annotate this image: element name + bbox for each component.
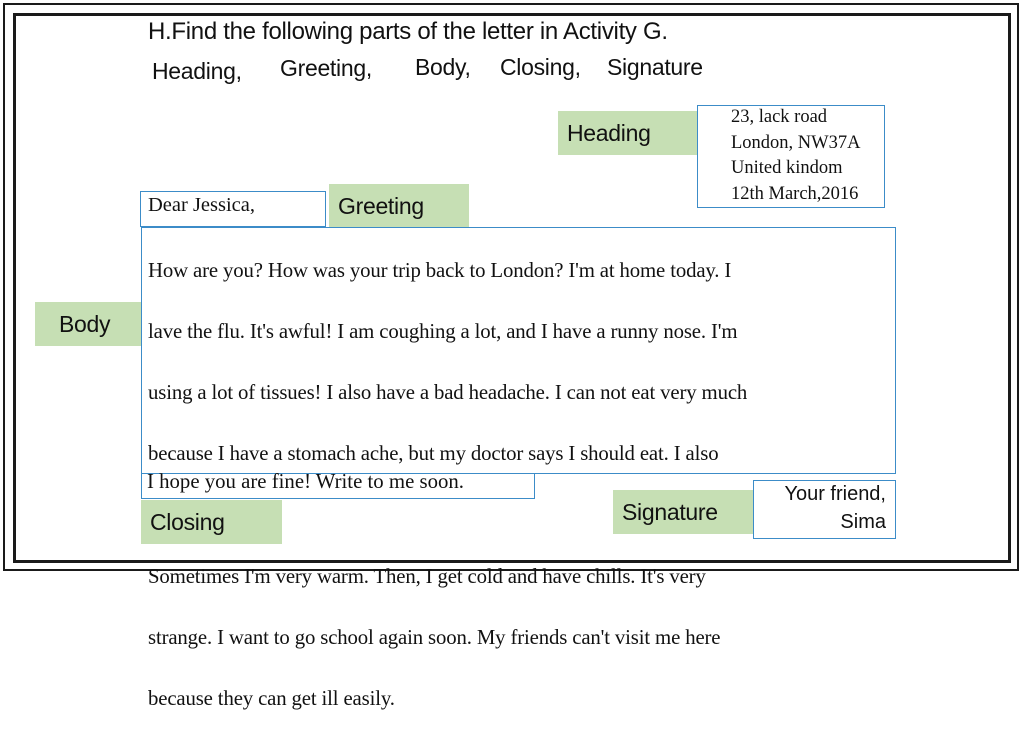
label-body: Body xyxy=(35,302,141,346)
signature-line: Your friend, xyxy=(784,483,886,505)
label-greeting: Greeting xyxy=(329,184,469,228)
heading-line: 23, lack road xyxy=(731,107,828,127)
part-heading: Heading, xyxy=(152,58,242,84)
heading-address: 23, lack road London, NW37A United kindo… xyxy=(731,105,860,207)
heading-line: 12th March,2016 xyxy=(731,183,859,204)
greeting-text: Dear Jessica, xyxy=(148,194,256,216)
body-line: Sometimes I'm very warm. Then, I get col… xyxy=(148,564,706,588)
part-body: Body, xyxy=(415,54,471,80)
body-line: because they can get ill easily. xyxy=(148,686,395,710)
part-closing: Closing, xyxy=(500,54,581,80)
body-line: using a lot of tissues! I also have a ba… xyxy=(148,380,748,404)
part-greeting: Greeting, xyxy=(280,55,372,81)
heading-line: United kindom xyxy=(731,158,843,178)
heading-line: London, NW37A xyxy=(731,132,861,153)
part-signature: Signature xyxy=(607,54,703,80)
signature-text: Your friend, Sima xyxy=(753,480,886,536)
signature-line: Sima xyxy=(840,511,886,533)
body-line: strange. I want to go school again soon.… xyxy=(148,625,721,649)
label-closing: Closing xyxy=(141,500,282,544)
label-signature: Signature xyxy=(613,490,754,534)
instruction-title: H.Find the following parts of the letter… xyxy=(148,18,668,45)
label-heading: Heading xyxy=(558,111,698,155)
closing-text: I hope you are fine! Write to me soon. xyxy=(147,470,464,493)
body-line: How are you? How was your trip back to L… xyxy=(148,258,732,282)
body-line: lave the flu. It's awful! I am coughing … xyxy=(148,319,738,343)
body-line: because I have a stomach ache, but my do… xyxy=(148,442,719,466)
